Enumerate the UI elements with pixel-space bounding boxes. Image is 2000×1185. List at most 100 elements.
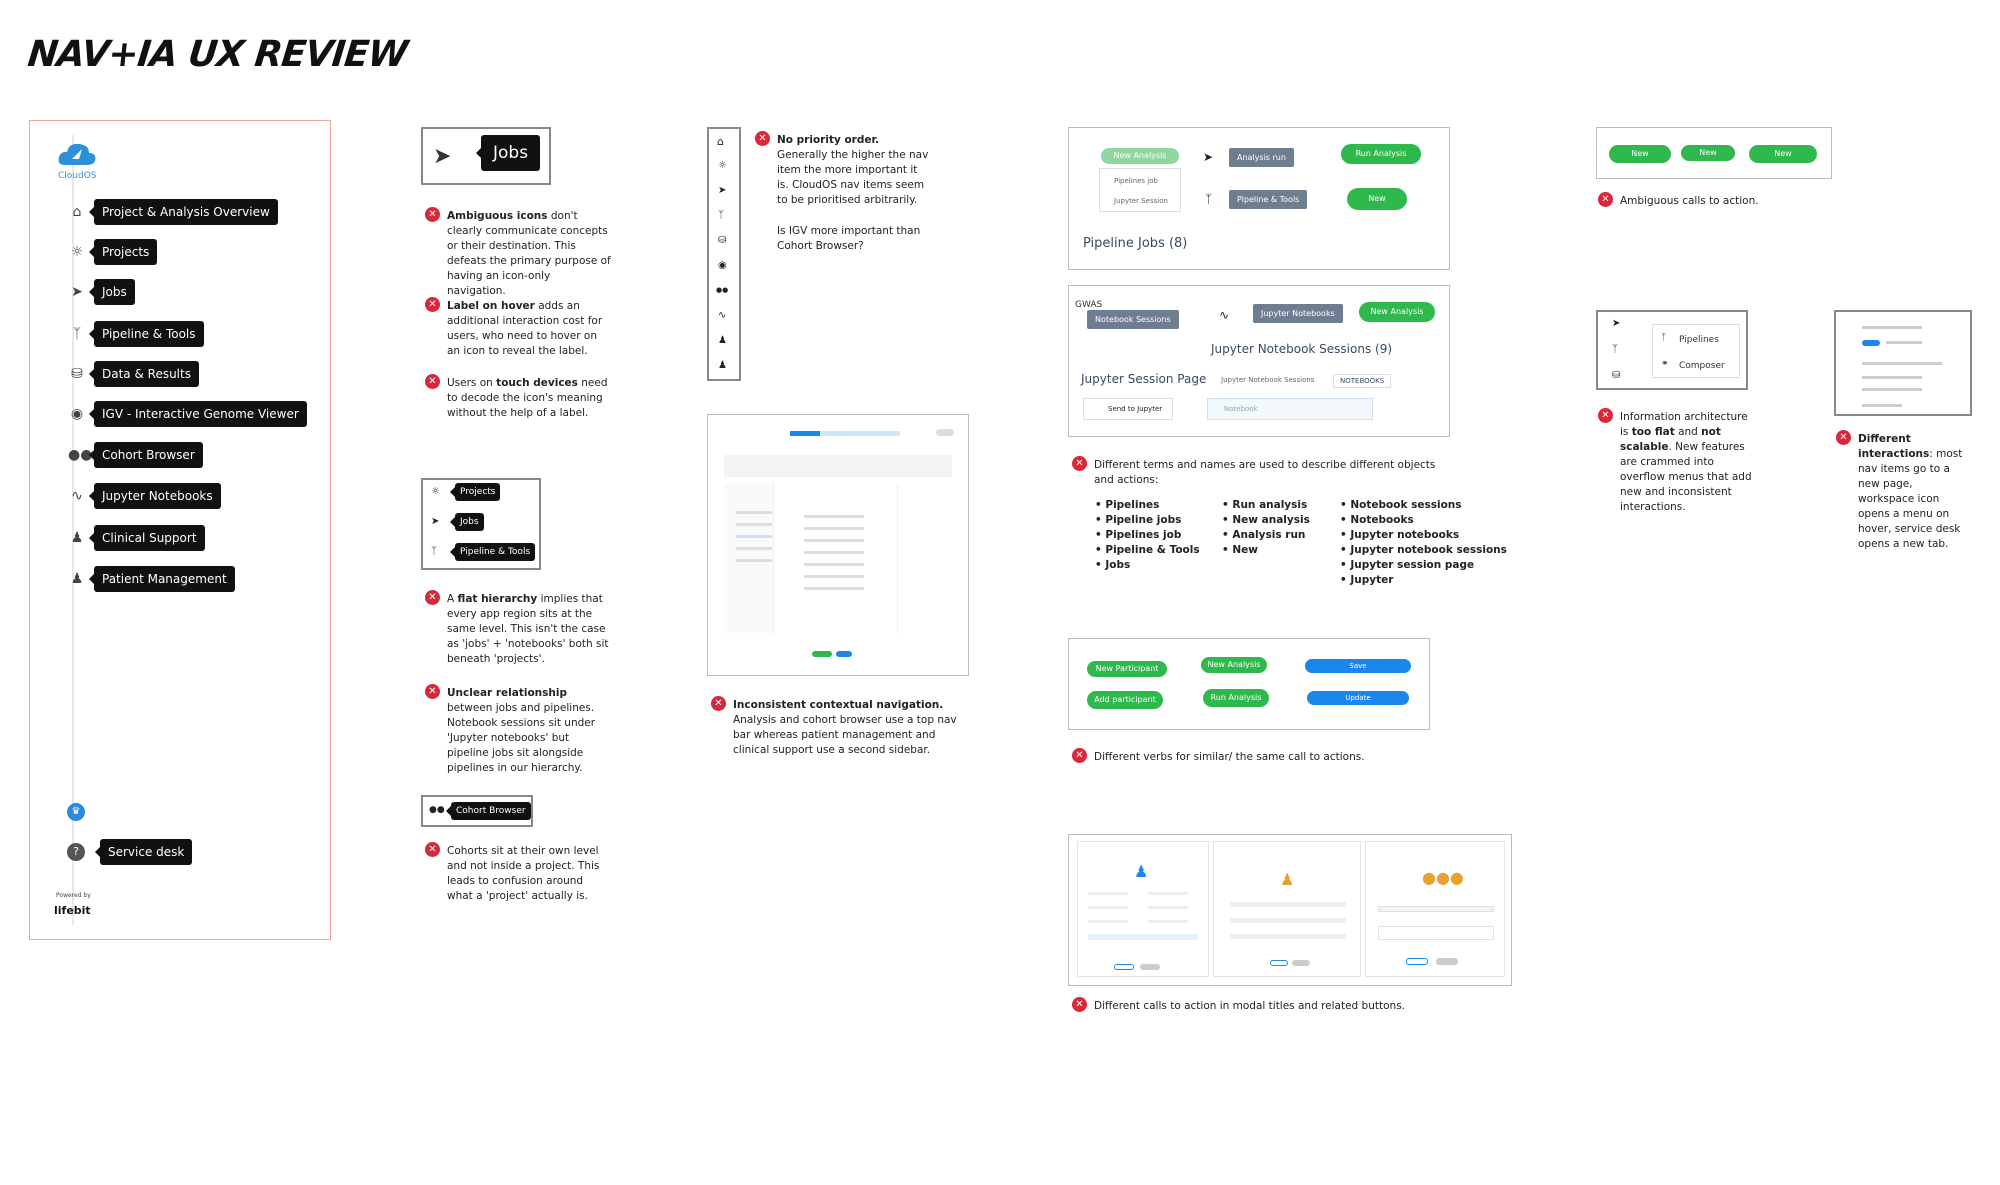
tooltip-patient: Patient Management: [89, 566, 235, 592]
database-icon: ⛁: [1612, 370, 1621, 381]
jupyter-icon[interactable]: ∿: [68, 487, 86, 505]
composer-icon: ⚭: [1661, 359, 1669, 369]
note-modal-cta: Different calls to action in modal title…: [1094, 1000, 1406, 1012]
genome-icon: ◉: [718, 260, 727, 271]
tooltip-analysis-run: Analysis run: [1229, 148, 1294, 167]
jupyter-icon: ∿: [1219, 308, 1230, 322]
note-unclear-relationship: Unclear relationship between jobs and pi…: [447, 687, 596, 774]
icon-column-example: ⌂ ☼ ➤ ᛉ ⛁ ◉ ●● ∿ ♟ ♟: [707, 127, 741, 381]
menu-composer[interactable]: Composer: [1679, 361, 1725, 371]
pipeline-icon: ᛉ: [1661, 333, 1667, 343]
group-icon[interactable]: ●●: [68, 446, 92, 464]
send-to-jupyter-button[interactable]: Send to Jupyter: [1083, 398, 1173, 420]
lightbulb-icon[interactable]: ☼: [68, 243, 86, 261]
new-analysis-button[interactable]: New Analysis: [1201, 657, 1267, 673]
terms-list-pipelines: PipelinesPipeline jobsPipelines jobPipel…: [1095, 498, 1199, 573]
tooltip-overview: Project & Analysis Overview: [89, 199, 278, 225]
pipeline-terms-screenshot: New Analysis Pipelines job Jupyter Sessi…: [1068, 127, 1450, 270]
pipeline-icon: ᛉ: [431, 546, 437, 557]
tooltip-clinical: Clinical Support: [89, 525, 205, 551]
error-icon: ✕: [755, 131, 770, 146]
rocket-icon: ➤: [1203, 150, 1214, 164]
home-icon: ⌂: [717, 135, 724, 148]
pipeline-icon[interactable]: ᛉ: [68, 325, 86, 343]
menu-pipelines[interactable]: Pipelines: [1679, 335, 1719, 345]
note-cohorts: Cohorts sit at their own level and not i…: [447, 845, 600, 902]
cloudos-logo-text: CloudOS: [58, 171, 97, 181]
tooltip-notebook-sessions: Notebook Sessions: [1087, 310, 1179, 329]
rocket-icon: ➤: [1612, 318, 1621, 329]
tooltip-projects: Projects: [88, 239, 158, 265]
notebooks-dropdown[interactable]: NOTEBOOKS: [1333, 374, 1392, 388]
database-icon: ⛁: [718, 235, 727, 246]
error-icon: ✕: [425, 207, 440, 222]
note-label-hover: Label on hover adds an additional intera…: [447, 300, 603, 357]
rocket-icon: ➤: [431, 516, 440, 527]
tooltip-service-desk: Service desk: [94, 839, 193, 865]
workspace-crown-icon[interactable]: ♛: [67, 803, 85, 821]
tooltip-jupyter-notebooks: Jupyter Notebooks: [1253, 304, 1343, 323]
note-contextual-nav: Inconsistent contextual navigation. Anal…: [733, 699, 957, 756]
lifebit-logo: lifebit: [54, 904, 91, 917]
note-ambiguous-cta: Ambiguous calls to action.: [1620, 195, 1759, 207]
rocket-icon[interactable]: ➤: [68, 283, 86, 301]
note-touch-devices: Users on touch devices need to decode th…: [447, 377, 608, 419]
group-icon: ●●●: [1422, 868, 1464, 887]
rocket-icon: ➤: [433, 144, 452, 169]
home-icon[interactable]: ⌂: [68, 203, 86, 221]
jupyter-icon: ∿: [718, 310, 727, 321]
note-different-terms: Different terms and names are used to de…: [1094, 459, 1436, 486]
terms-list-notebooks: Notebook sessionsNotebooksJupyter notebo…: [1340, 498, 1507, 588]
new-analysis-button[interactable]: New Analysis: [1101, 148, 1179, 164]
run-analysis-button[interactable]: Run Analysis: [1341, 144, 1421, 164]
add-user-icon: ♟: [1134, 862, 1149, 881]
overflow-menu: ᛉ Pipelines ⚭ Composer: [1652, 324, 1740, 378]
new-participant-button[interactable]: New Participant: [1087, 661, 1167, 677]
add-participant-button[interactable]: Add participant: [1087, 691, 1163, 709]
group-icon: ●●: [716, 286, 729, 294]
error-icon: ✕: [1598, 192, 1613, 207]
help-icon[interactable]: ?: [67, 843, 85, 861]
tooltip-jupyter: Jupyter Notebooks: [89, 483, 221, 509]
genome-icon[interactable]: ◉: [68, 405, 86, 423]
page-title: NAV+IA UX REVIEW: [25, 34, 409, 75]
update-button[interactable]: Update: [1307, 691, 1409, 705]
tooltip-projects-small: Projects: [449, 483, 501, 501]
new-button-1[interactable]: New: [1609, 145, 1671, 163]
new-button-2[interactable]: New: [1681, 145, 1735, 161]
terms-list-analysis: Run analysisNew analysisAnalysis runNew: [1222, 498, 1309, 558]
user-icon: ♟: [1280, 870, 1295, 889]
note-igv-question: Is IGV more important than Cohort Browse…: [777, 225, 921, 252]
error-icon: ✕: [425, 374, 440, 389]
doctor-icon[interactable]: ♟: [68, 529, 86, 547]
cta-verbs-screenshot: New Participant New Analysis Save Add pa…: [1068, 638, 1430, 730]
error-icon: ✕: [425, 842, 440, 857]
new-analysis-button[interactable]: New Analysis: [1359, 302, 1435, 322]
pipeline-icon: ᛉ: [1612, 344, 1618, 355]
dropdown-menu: Pipelines job Jupyter Session: [1099, 168, 1181, 212]
pipeline-icon: ᛉ: [718, 210, 724, 221]
notebook-terms-screenshot: GWAS Notebook Sessions ∿ Jupyter Noteboo…: [1068, 285, 1450, 437]
tooltip-pipeline: Pipeline & Tools: [89, 321, 204, 347]
error-icon: ✕: [425, 297, 440, 312]
save-button[interactable]: Save: [1305, 659, 1411, 673]
jupyter-session-page-heading: Jupyter Session Page: [1081, 372, 1207, 386]
jobs-tooltip-example: ➤ Jobs: [421, 127, 551, 185]
new-button[interactable]: New: [1347, 188, 1407, 210]
error-icon: ✕: [425, 684, 440, 699]
overflow-menu-example: ➤ ᛉ ⛁ ᛉ Pipelines ⚭ Composer: [1596, 310, 1748, 390]
note-no-priority: No priority order. Generally the higher …: [777, 134, 929, 206]
note-different-verbs: Different verbs for similar/ the same ca…: [1094, 751, 1365, 763]
error-icon: ✕: [1072, 456, 1087, 471]
run-analysis-button[interactable]: Run Analysis: [1203, 689, 1269, 707]
notebook-field[interactable]: Notebook: [1207, 398, 1373, 420]
new-button-3[interactable]: New: [1749, 145, 1817, 163]
error-icon: ✕: [711, 696, 726, 711]
ambiguous-new-buttons: New New New: [1596, 127, 1832, 179]
database-icon[interactable]: ⛁: [68, 365, 86, 383]
tooltip-jobs: Jobs: [89, 279, 135, 305]
menu-pipelines-job[interactable]: Pipelines job: [1114, 177, 1158, 185]
person-icon[interactable]: ♟: [68, 570, 86, 588]
modal-3: ●●●: [1365, 841, 1505, 977]
menu-jupyter-session[interactable]: Jupyter Session: [1114, 197, 1168, 205]
